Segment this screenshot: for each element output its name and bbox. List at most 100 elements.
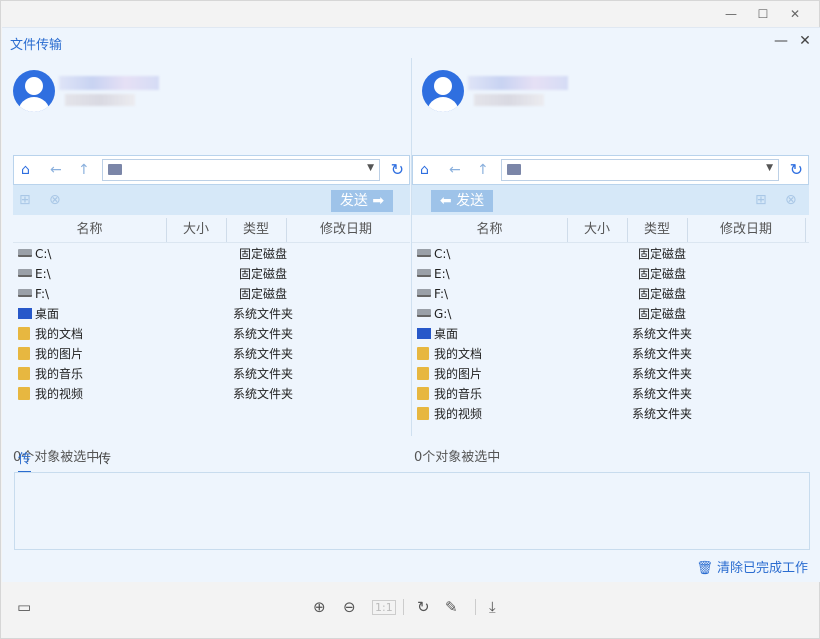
- blurred-username: [59, 76, 159, 90]
- refresh-icon[interactable]: ↻: [391, 160, 404, 179]
- edit-icon[interactable]: ✎: [445, 598, 458, 616]
- folder-icon: [18, 367, 30, 380]
- avatar: [13, 70, 55, 112]
- list-item[interactable]: 我的文档 系统文件夹: [13, 324, 410, 344]
- download-icon[interactable]: ⤓: [489, 598, 496, 616]
- maximize-icon[interactable]: ☐: [747, 5, 779, 23]
- minimize-icon[interactable]: —: [715, 5, 747, 23]
- tab-transfer-list[interactable]: 传输列表: [18, 449, 32, 533]
- list-item[interactable]: 桌面 系统文件夹: [13, 304, 410, 324]
- list-item[interactable]: 我的音乐 系统文件夹: [13, 364, 410, 384]
- list-item[interactable]: G:\ 固定磁盘: [412, 304, 809, 324]
- column-date[interactable]: 修改日期: [687, 218, 806, 242]
- list-item[interactable]: 我的文档 系统文件夹: [412, 344, 809, 364]
- trash-icon: 🗑: [696, 561, 713, 576]
- desktop-icon: [18, 308, 32, 319]
- list-item[interactable]: 我的图片 系统文件夹: [412, 364, 809, 384]
- list-item[interactable]: 我的图片 系统文件夹: [13, 344, 410, 364]
- zoom-in-icon[interactable]: ⊕: [313, 598, 326, 616]
- file-list-header: 名称 大小 类型 修改日期: [412, 218, 809, 243]
- dialog-minimize-icon[interactable]: —: [772, 34, 790, 48]
- viewer-toolbar: ▭ ⊕ ⊖ 1:1 ↻ ✎ ⤓: [1, 583, 819, 638]
- address-bar: ⌂ ← ↑ ▼ ↻: [412, 155, 809, 185]
- home-icon[interactable]: ⌂: [420, 162, 429, 178]
- local-pane: ⌂ ← ↑ ▼ ↻ ⊞ ⊗ 发送 ➡ 名称 大小 类型 修改日期 C:\ 固定磁…: [13, 58, 410, 465]
- back-arrow-icon[interactable]: ←: [449, 162, 461, 178]
- clear-completed-button[interactable]: 🗑 清除已完成工作: [696, 557, 808, 576]
- close-icon[interactable]: ✕: [779, 5, 811, 23]
- remote-pane: ⌂ ← ↑ ▼ ↻ ⬅ 发送 ⊞ ⊗ 名称 大小 类型 修改日期 C:\ 固定磁…: [411, 58, 809, 465]
- home-icon[interactable]: ⌂: [21, 162, 30, 178]
- panel-icon[interactable]: ▭: [17, 598, 31, 616]
- drive-icon: [417, 249, 431, 257]
- action-bar: ⊞ ⊗ 发送 ➡: [13, 185, 410, 215]
- column-name[interactable]: 名称: [412, 218, 568, 242]
- path-dropdown[interactable]: ▼: [501, 159, 779, 181]
- dialog-close-icon[interactable]: ✕: [796, 34, 814, 48]
- folder-icon: [108, 164, 122, 175]
- list-item[interactable]: 我的视频 系统文件夹: [412, 404, 809, 424]
- list-item[interactable]: C:\ 固定磁盘: [412, 244, 809, 264]
- list-item[interactable]: F:\ 固定磁盘: [13, 284, 410, 304]
- list-item[interactable]: C:\ 固定磁盘: [13, 244, 410, 264]
- folder-icon: [417, 367, 429, 380]
- folder-icon: [18, 387, 30, 400]
- send-button[interactable]: ⬅ 发送: [431, 190, 493, 212]
- chevron-down-icon[interactable]: ▼: [766, 163, 773, 173]
- drive-icon: [18, 269, 32, 277]
- folder-icon: [507, 164, 521, 175]
- path-dropdown[interactable]: ▼: [102, 159, 380, 181]
- blurred-username: [468, 76, 568, 90]
- folder-icon: [417, 387, 429, 400]
- drive-icon: [18, 289, 32, 297]
- column-name[interactable]: 名称: [13, 218, 167, 242]
- drive-icon: [18, 249, 32, 257]
- selection-status: 0个对象被选中: [414, 450, 501, 465]
- file-list: C:\ 固定磁盘 E:\ 固定磁盘 F:\ 固定磁盘 桌面 系统文件夹 我的文档 系统文件…: [13, 244, 410, 404]
- blurred-user-info: [65, 94, 135, 106]
- column-type[interactable]: 类型: [627, 218, 688, 242]
- list-item[interactable]: E:\ 固定磁盘: [412, 264, 809, 284]
- transfer-list-panel: [14, 472, 810, 550]
- file-transfer-dialog: 文件传输 — ✕ ⌂ ← ↑ ▼ ↻ ⊞ ⊗ 发送 ➡ 名称 大小 类型 修改日…: [2, 27, 820, 582]
- window-controls: — ☐ ✕: [715, 5, 811, 23]
- action-bar: ⬅ 发送 ⊞ ⊗: [412, 185, 809, 215]
- delete-icon[interactable]: ⊗: [785, 192, 797, 208]
- delete-icon[interactable]: ⊗: [49, 192, 61, 208]
- list-item[interactable]: 我的视频 系统文件夹: [13, 384, 410, 404]
- drive-icon: [417, 269, 431, 277]
- column-type[interactable]: 类型: [226, 218, 287, 242]
- list-item[interactable]: 桌面 系统文件夹: [412, 324, 809, 344]
- up-arrow-icon[interactable]: ↑: [78, 162, 90, 178]
- local-user: [13, 66, 313, 116]
- column-date[interactable]: 修改日期: [286, 218, 406, 242]
- up-arrow-icon[interactable]: ↑: [477, 162, 489, 178]
- chevron-down-icon[interactable]: ▼: [367, 163, 374, 173]
- folder-icon: [417, 407, 429, 420]
- dialog-title: 文件传输: [10, 38, 63, 53]
- refresh-icon[interactable]: ↻: [790, 160, 803, 179]
- avatar: [422, 70, 464, 112]
- column-size[interactable]: 大小: [567, 218, 628, 242]
- new-folder-icon[interactable]: ⊞: [755, 192, 767, 208]
- list-item[interactable]: E:\ 固定磁盘: [13, 264, 410, 284]
- desktop-icon: [417, 328, 431, 339]
- folder-icon: [417, 347, 429, 360]
- folder-icon: [18, 327, 30, 340]
- column-size[interactable]: 大小: [166, 218, 227, 242]
- rotate-icon[interactable]: ↻: [417, 598, 430, 616]
- back-arrow-icon[interactable]: ←: [50, 162, 62, 178]
- file-list: C:\ 固定磁盘 E:\ 固定磁盘 F:\ 固定磁盘 G:\ 固定磁盘 桌面 系统文件夹 …: [412, 244, 809, 424]
- list-item[interactable]: 我的音乐 系统文件夹: [412, 384, 809, 404]
- address-bar: ⌂ ← ↑ ▼ ↻: [13, 155, 410, 185]
- new-folder-icon[interactable]: ⊞: [19, 192, 31, 208]
- list-item[interactable]: F:\ 固定磁盘: [412, 284, 809, 304]
- remote-user: [422, 66, 722, 116]
- send-button[interactable]: 发送 ➡: [331, 190, 393, 212]
- zoom-out-icon[interactable]: ⊖: [343, 598, 356, 616]
- send-button-label: 发送: [339, 193, 368, 209]
- tab-transfer-log[interactable]: 传输日志: [98, 449, 111, 533]
- actual-size-icon[interactable]: 1:1: [372, 600, 396, 615]
- drive-icon: [417, 309, 431, 317]
- viewer-window: — ☐ ✕ 文件传输 — ✕ ⌂ ← ↑ ▼ ↻ ⊞ ⊗ 发送 ➡ 名称 大小 …: [0, 0, 820, 639]
